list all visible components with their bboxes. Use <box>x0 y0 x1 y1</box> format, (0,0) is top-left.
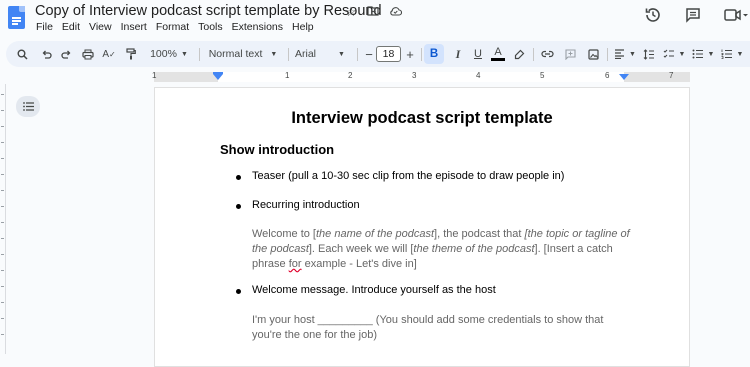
add-comment-icon[interactable] <box>562 41 578 67</box>
menu-format[interactable]: Format <box>156 21 189 33</box>
paragraph-style-select[interactable]: Normal text ▼ <box>204 41 282 67</box>
font-value: Arial <box>295 48 317 60</box>
text-color-button[interactable]: A <box>490 41 506 67</box>
ruler-number: 2 <box>348 71 353 80</box>
paint-format-icon[interactable] <box>123 41 139 67</box>
increase-font-size-button[interactable]: + <box>404 41 416 67</box>
align-menu[interactable]: ▼ <box>612 41 638 67</box>
redo-icon[interactable] <box>58 41 74 67</box>
menu-extensions[interactable]: Extensions <box>232 21 283 33</box>
zoom-value: 100% <box>150 48 177 60</box>
host-paragraph: I'm your host _________ (You should add … <box>252 313 630 343</box>
intro-line-2: the podcast]. Each week we will [the the… <box>252 243 613 255</box>
bullet-icon <box>236 289 241 294</box>
text-color-swatch <box>491 58 505 61</box>
bulleted-list-menu[interactable]: ▼ <box>690 41 716 67</box>
bullet-icon <box>236 204 241 209</box>
toolbar: A ✓ 100% ▼ Normal text ▼ Arial ▼ − 18 + B I … <box>6 41 750 67</box>
intro-line-1: Welcome to [the name of the podcast], th… <box>252 228 630 240</box>
move-folder-icon[interactable] <box>365 4 381 20</box>
host-line-2: you're the one for the job) <box>252 329 378 341</box>
ruler-number: 3 <box>412 71 417 80</box>
decrease-font-size-button[interactable]: − <box>362 41 376 67</box>
cloud-saved-icon[interactable] <box>387 4 403 20</box>
list-item: Welcome message. Introduce yourself as t… <box>252 284 496 296</box>
bold-button[interactable]: B <box>424 44 444 64</box>
ruler-number: 6 <box>605 71 610 80</box>
chevron-down-icon: ▼ <box>736 50 744 58</box>
menu-tools[interactable]: Tools <box>198 21 223 33</box>
chevron-down-icon: ▼ <box>707 50 715 58</box>
style-value: Normal text <box>208 48 263 60</box>
right-indent-marker[interactable] <box>619 74 629 80</box>
intro-line-3: phrase for example - Let's dive in] <box>252 258 417 270</box>
bullet-icon <box>236 175 241 180</box>
checklist-icon <box>663 49 674 58</box>
intro-paragraph: Welcome to [the name of the podcast], th… <box>252 227 630 272</box>
ruler-number: 5 <box>540 71 545 80</box>
undo-icon[interactable] <box>38 41 54 67</box>
section-heading: Show introduction <box>220 142 335 157</box>
menu-view[interactable]: View <box>89 21 112 33</box>
ruler-right-margin[interactable] <box>624 72 690 82</box>
search-menus-icon[interactable] <box>14 41 30 67</box>
menu-file[interactable]: File <box>36 21 53 33</box>
spelling-suggestion[interactable]: for <box>289 258 302 270</box>
print-icon[interactable] <box>80 41 96 67</box>
menu-help[interactable]: Help <box>292 21 314 33</box>
version-history-icon[interactable] <box>644 6 662 24</box>
chevron-down-icon: ▼ <box>338 50 345 58</box>
meet-video-icon[interactable] <box>724 6 750 24</box>
line-spacing-icon[interactable] <box>641 41 657 67</box>
ruler-number: 4 <box>476 71 481 80</box>
italic-button[interactable]: I <box>450 41 466 67</box>
title-bar: Copy of Interview podcast script templat… <box>0 0 750 38</box>
align-left-icon <box>615 49 625 59</box>
chevron-down-icon: ▼ <box>629 50 636 58</box>
chevron-down-icon: ▼ <box>270 50 278 58</box>
host-line-1: I'm your host _________ (You should add … <box>252 314 604 326</box>
comments-icon[interactable] <box>684 6 702 24</box>
bulleted-list-icon <box>692 49 703 59</box>
font-size-input[interactable]: 18 <box>376 46 401 62</box>
numbered-list-icon <box>721 49 732 59</box>
insert-image-icon[interactable] <box>585 41 601 67</box>
left-indent-marker[interactable] <box>213 74 223 80</box>
menu-insert[interactable]: Insert <box>121 21 147 33</box>
highlight-color-icon[interactable] <box>511 41 527 67</box>
ruler-number: 7 <box>669 71 674 80</box>
chevron-down-icon: ▼ <box>180 50 188 58</box>
ruler-number: 1 <box>285 71 290 80</box>
font-family-select[interactable]: Arial ▼ <box>292 41 352 67</box>
chevron-down-icon: ▼ <box>678 50 686 58</box>
checklist-menu[interactable]: ▼ <box>661 41 687 67</box>
menu-edit[interactable]: Edit <box>62 21 80 33</box>
document-title[interactable]: Copy of Interview podcast script templat… <box>35 3 382 19</box>
ruler-number: 1 <box>152 71 157 80</box>
numbered-list-menu[interactable]: ▼ <box>719 41 745 67</box>
ruler-left-margin[interactable] <box>154 72 218 82</box>
star-icon[interactable]: ☆ <box>343 4 359 20</box>
spellcheck-icon[interactable]: A ✓ <box>101 41 117 67</box>
docs-logo-icon[interactable] <box>8 6 25 29</box>
insert-link-icon[interactable] <box>539 41 555 67</box>
zoom-select[interactable]: 100% ▼ <box>146 41 192 67</box>
ruler-page-area <box>154 72 690 82</box>
document-heading: Interview podcast script template <box>291 109 553 127</box>
list-item: Recurring introduction <box>252 199 360 211</box>
list-item: Teaser (pull a 10-30 sec clip from the e… <box>252 170 565 182</box>
text-color-label: A <box>494 46 502 59</box>
underline-button[interactable]: U <box>470 41 486 67</box>
menu-bar: File Edit View Insert Format Tools Exten… <box>36 21 323 33</box>
